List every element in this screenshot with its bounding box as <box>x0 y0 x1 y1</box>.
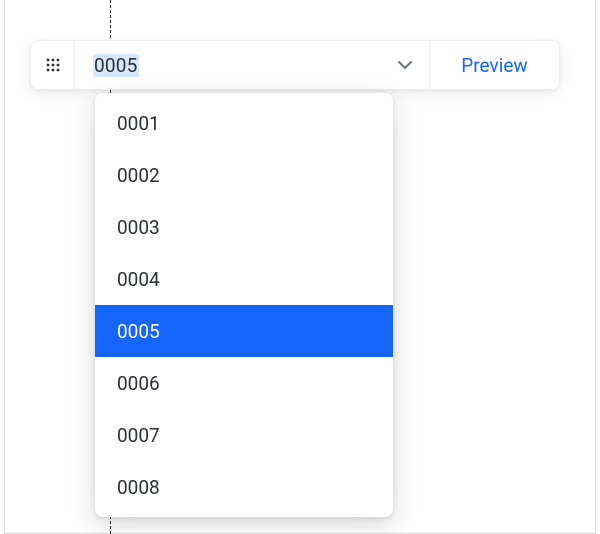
drag-handle[interactable] <box>31 41 75 89</box>
dropdown-item-label: 0001 <box>117 112 160 135</box>
serial-select-value: 0005 <box>93 54 395 77</box>
dropdown-item[interactable]: 0002 <box>95 149 393 201</box>
dropdown-item[interactable]: 0007 <box>95 409 393 461</box>
serial-dropdown: 0001 0002 0003 0004 0005 0006 0007 0008 <box>95 93 393 517</box>
serial-select[interactable]: 0005 <box>75 41 429 89</box>
dropdown-item[interactable]: 0003 <box>95 201 393 253</box>
preview-button-label: Preview <box>461 54 527 77</box>
dropdown-item[interactable]: 0008 <box>95 461 393 513</box>
drag-handle-icon <box>46 58 60 72</box>
dropdown-item-label: 0007 <box>117 424 160 447</box>
dropdown-item-selected[interactable]: 0005 <box>95 305 393 357</box>
dropdown-item-label: 0005 <box>117 320 160 343</box>
dropdown-item-label: 0003 <box>117 216 160 239</box>
dropdown-item-label: 0002 <box>117 164 160 187</box>
preview-button[interactable]: Preview <box>429 41 559 89</box>
dropdown-item-label: 0008 <box>117 476 160 499</box>
chevron-down-icon <box>395 55 415 75</box>
dropdown-item-label: 0006 <box>117 372 160 395</box>
dropdown-item[interactable]: 0004 <box>95 253 393 305</box>
dropdown-item[interactable]: 0006 <box>95 357 393 409</box>
dropdown-item-label: 0004 <box>117 268 160 291</box>
dynamic-text-control-bar: 0005 Preview <box>30 40 560 90</box>
dropdown-item[interactable]: 0001 <box>95 97 393 149</box>
